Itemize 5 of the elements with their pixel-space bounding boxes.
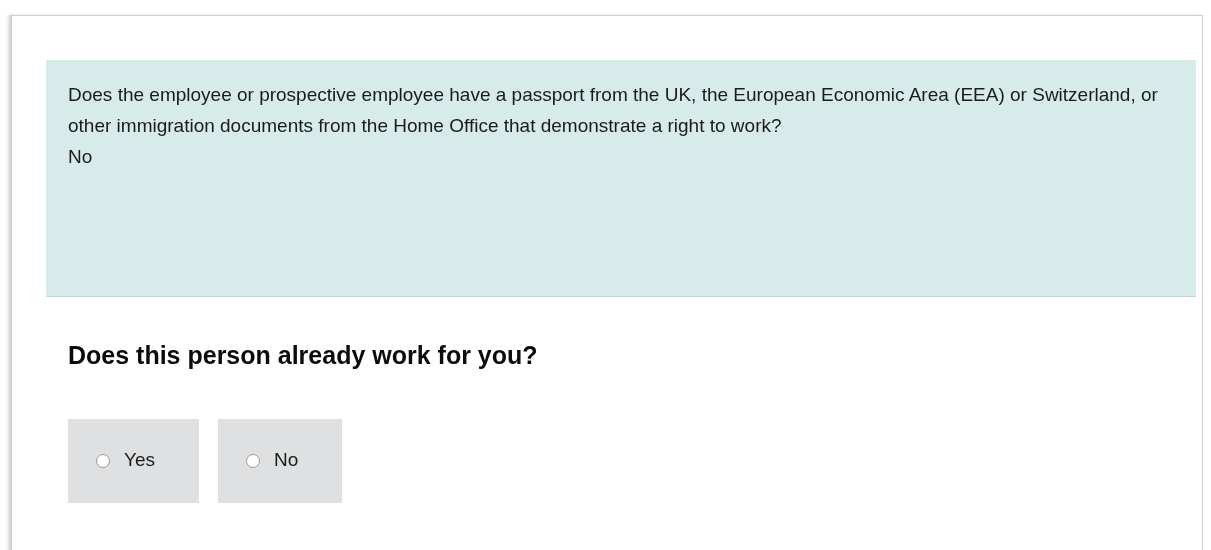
- previous-question: Does the employee or prospective employee have a passport from the UK, the European Economic Area (EEA) or Switzerland, or other immigration documents from the Home Office that demonstrate a right to work?: [68, 83, 1158, 138]
- question-heading: Does this person already work for you?: [68, 340, 539, 371]
- previous-answer: No: [68, 145, 94, 169]
- radio-option[interactable]: Yes: [68, 418, 199, 503]
- radio-option[interactable]: No: [218, 418, 343, 503]
